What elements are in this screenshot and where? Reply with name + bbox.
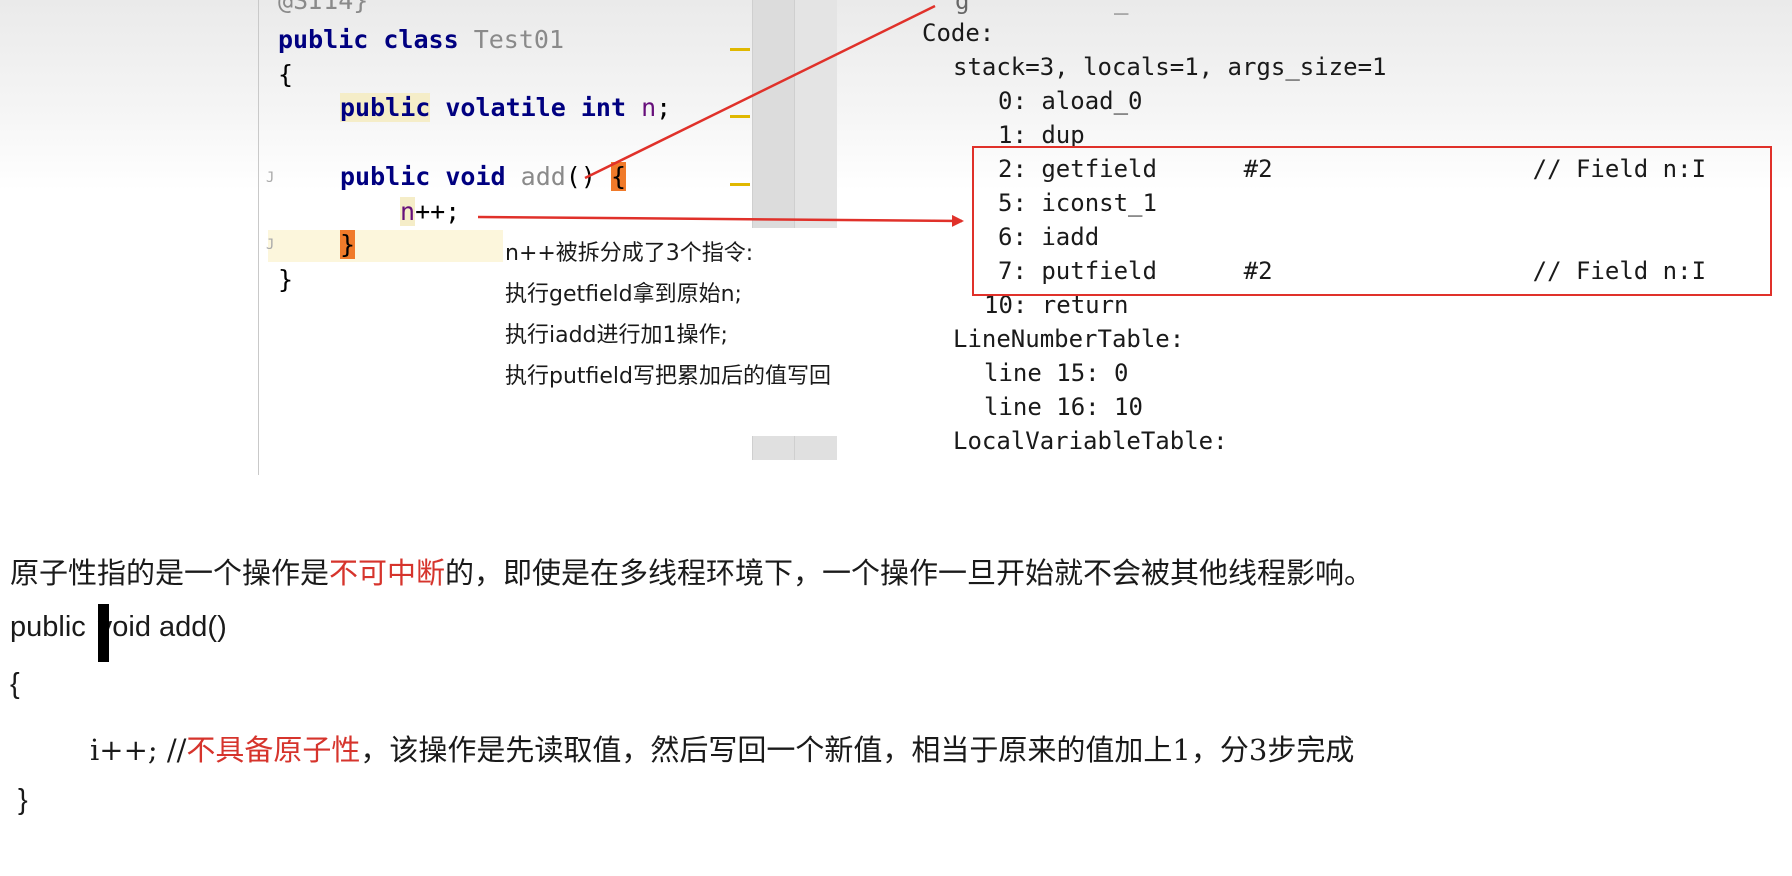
doc-text: void add() [97, 611, 227, 643]
doc-highlight: 不具备原子性 [186, 733, 361, 767]
doc-code-line: public void add() [10, 611, 227, 644]
doc-highlight: 不可中断 [329, 556, 446, 590]
doc-code-line: i++; //不具备原子性，该操作是先读取值，然后写回一个新值，相当于原来的值加… [90, 727, 1354, 769]
doc-text: public [10, 611, 86, 643]
text-cursor [98, 604, 109, 662]
doc-code-line: } [18, 784, 28, 816]
doc-paragraph: 原子性指的是一个操作是不可中断的，即使是在多线程环境下，一个操作一旦开始就不会被… [10, 550, 1373, 592]
doc-text: 原子性指的是一个操作是 [10, 556, 330, 590]
arrow-line [584, 4, 936, 180]
doc-text: i++; // [90, 733, 187, 767]
arrow-line [477, 214, 964, 227]
doc-text: 的，即使是在多线程环境下，一个操作一旦开始就不会被其他线程影响。 [445, 556, 1374, 590]
doc-text: ，该操作是先读取值，然后写回一个新值，相当于原来的值加上1，分3步完成 [360, 733, 1355, 767]
doc-code-line: { [10, 668, 20, 700]
